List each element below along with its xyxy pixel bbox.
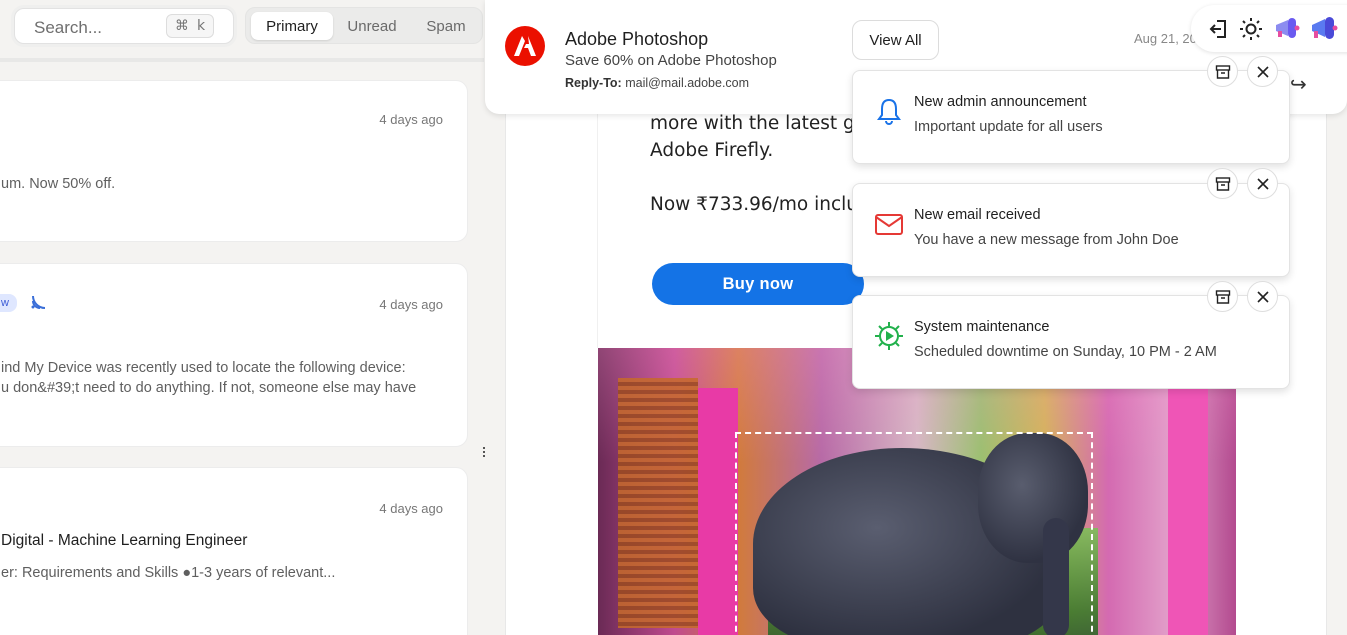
body-text: more with the latest gen xyxy=(650,113,878,134)
email-subject: Save 60% on Adobe Photoshop xyxy=(565,52,777,69)
top-toolbar xyxy=(1191,5,1347,52)
item-subject: Digital - Machine Learning Engineer xyxy=(1,532,248,549)
item-time: 4 days ago xyxy=(379,297,443,312)
shortcut-hint: ⌘ k xyxy=(166,14,214,38)
mail-list-pane: Search... ⌘ k Primary Unread Spam 4 days… xyxy=(0,0,484,635)
archive-icon xyxy=(1215,176,1230,191)
close-icon xyxy=(1256,177,1269,190)
bell-icon xyxy=(873,95,905,127)
close-icon xyxy=(1256,65,1269,78)
archive-icon xyxy=(1215,64,1230,79)
notification-title: New admin announcement xyxy=(914,94,1087,110)
adobe-logo-icon xyxy=(505,26,545,66)
archive-button[interactable] xyxy=(1207,56,1238,87)
notification-message: You have a new message from John Doe xyxy=(914,232,1179,248)
forward-icon[interactable]: ↪ xyxy=(1290,72,1307,97)
notification-title: System maintenance xyxy=(914,319,1050,335)
list-item[interactable]: 4 days ago um. Now 50% off. xyxy=(0,80,468,242)
mail-icon xyxy=(873,208,905,240)
archive-button[interactable] xyxy=(1207,281,1238,312)
notification-message: Scheduled downtime on Sunday, 10 PM - 2 … xyxy=(914,344,1217,360)
view-all-button[interactable]: View All xyxy=(852,20,939,60)
item-preview: ind My Device was recently used to locat… xyxy=(1,360,406,376)
item-preview: um. Now 50% off. xyxy=(1,176,116,192)
list-item[interactable]: w 4 days ago ind My Device was recently … xyxy=(0,263,468,447)
signal-icon xyxy=(29,292,49,312)
archive-icon xyxy=(1215,289,1230,304)
close-button[interactable] xyxy=(1247,281,1278,312)
status-badge: w xyxy=(0,294,17,312)
buy-now-button[interactable]: Buy now xyxy=(652,263,864,305)
tab-primary[interactable]: Primary xyxy=(251,12,333,40)
search-input[interactable]: Search... ⌘ k xyxy=(14,8,234,44)
sun-icon[interactable] xyxy=(1239,17,1263,41)
notification-message: Important update for all users xyxy=(914,119,1103,135)
close-button[interactable] xyxy=(1247,168,1278,199)
command-icon: ⌘ xyxy=(174,18,189,34)
notification-title: New email received xyxy=(914,207,1041,223)
email-date: Aug 21, 20 xyxy=(1134,31,1197,46)
list-divider xyxy=(0,58,484,62)
archive-button[interactable] xyxy=(1207,168,1238,199)
item-time: 4 days ago xyxy=(379,501,443,516)
shortcut-key: k xyxy=(196,18,206,34)
gear-play-icon xyxy=(873,320,905,352)
promo-image xyxy=(598,348,1236,635)
item-preview: u don&#39;t need to do anything. If not,… xyxy=(1,380,417,396)
close-button[interactable] xyxy=(1247,56,1278,87)
mail-tabs: Primary Unread Spam xyxy=(245,7,483,44)
tab-unread[interactable]: Unread xyxy=(335,12,409,40)
tab-spam[interactable]: Spam xyxy=(412,12,480,40)
body-text: Now ₹733.96/mo includ xyxy=(650,194,870,215)
list-item[interactable]: 4 days ago Digital - Machine Learning En… xyxy=(0,467,468,635)
search-placeholder: Search... xyxy=(34,18,103,37)
reply-to: Reply-To: mail@mail.adobe.com xyxy=(565,76,750,90)
logout-icon[interactable] xyxy=(1207,17,1231,41)
close-icon xyxy=(1256,290,1269,303)
item-preview: er: Requirements and Skills ●1-3 years o… xyxy=(1,565,336,581)
sender-name: Adobe Photoshop xyxy=(565,29,709,49)
megaphone-icon[interactable] xyxy=(1273,14,1301,42)
body-text: Adobe Firefly. xyxy=(650,140,774,161)
item-time: 4 days ago xyxy=(379,112,443,127)
megaphone-icon[interactable] xyxy=(1309,13,1339,43)
